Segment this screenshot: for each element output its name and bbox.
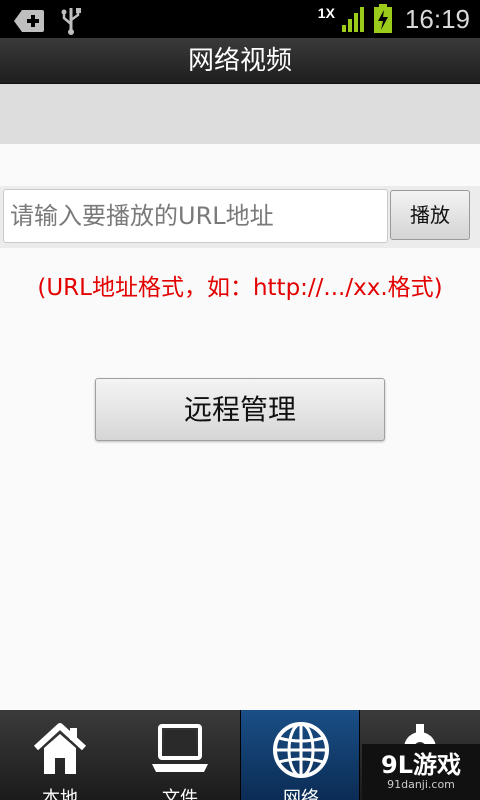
globe-icon (273, 722, 329, 778)
tab-local-label: 本地 (42, 788, 78, 800)
clock: 16:19 (404, 3, 470, 34)
tab-local[interactable]: 本地 (0, 710, 120, 800)
add-notification-icon (14, 10, 44, 32)
watermark-title: 9L游戏 (381, 751, 461, 779)
home-icon (33, 723, 87, 774)
signal-icon (341, 7, 364, 32)
tab-network[interactable]: 网络 (240, 710, 360, 800)
watermark-logo: 9L游戏 91danji.com (362, 744, 480, 800)
play-button[interactable]: 播放 (390, 190, 470, 240)
page-title: 网络视频 (0, 38, 480, 84)
remote-manage-button[interactable]: 远程管理 (95, 378, 385, 441)
url-format-hint: (URL地址格式，如：http://.../xx.格式) (37, 275, 443, 301)
tab-network-label: 网络 (283, 788, 319, 800)
url-input[interactable] (3, 189, 388, 243)
status-bar: 1X 16:19 (0, 0, 480, 38)
usb-icon (61, 8, 81, 35)
tab-files-label: 文件 (162, 788, 198, 800)
battery-charging-icon (373, 4, 392, 33)
watermark-url: 91danji.com (387, 778, 455, 791)
laptop-icon (152, 724, 208, 772)
url-input-row: 播放 (0, 186, 480, 248)
tab-files[interactable]: 文件 (120, 710, 240, 800)
header-band (0, 84, 480, 144)
network-type-label: 1X (317, 5, 335, 21)
